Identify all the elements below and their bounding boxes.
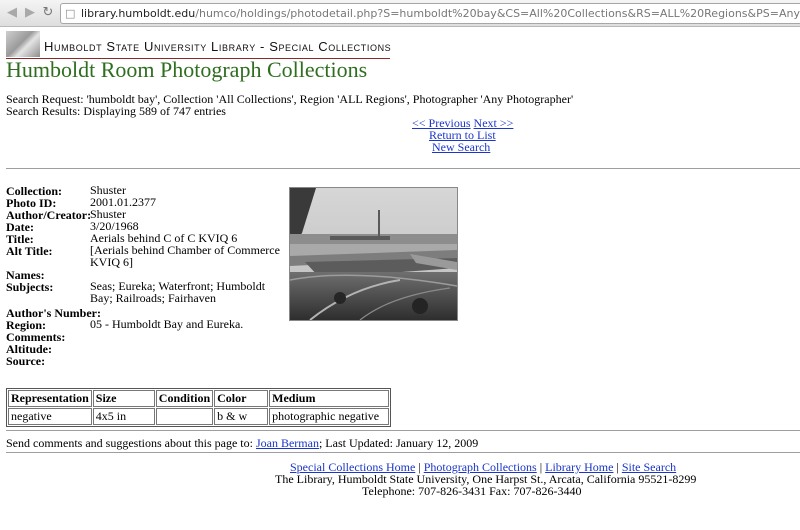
cell-representation: negative xyxy=(8,408,92,425)
url-text: library.humboldt.edu/humco/holdings/phot… xyxy=(81,7,800,20)
divider xyxy=(6,452,800,453)
library-banner: Humboldt State University Library - Spec… xyxy=(6,31,392,59)
header-color: Color xyxy=(214,390,269,407)
cell-size: 4x5 in xyxy=(92,408,155,425)
header-medium: Medium xyxy=(269,390,390,407)
cell-condition xyxy=(155,408,214,425)
reload-icon[interactable]: ↻ xyxy=(40,5,56,21)
header-condition: Condition xyxy=(155,390,214,407)
cell-medium: photographic negative xyxy=(269,408,390,425)
banner-photo xyxy=(6,31,40,57)
search-results: Search Results: Displaying 589 of 747 en… xyxy=(6,104,226,118)
aerial-photo-image xyxy=(290,188,457,320)
library-phone: Telephone: 707-826-3431 Fax: 707-826-344… xyxy=(362,484,582,498)
address-bar[interactable]: □ library.humboldt.edu/humco/holdings/ph… xyxy=(60,3,800,24)
banner-text: Humboldt State University Library - Spec… xyxy=(44,39,392,54)
forward-arrow-icon[interactable]: ▶ xyxy=(22,5,38,21)
comments-line: Send comments and suggestions about this… xyxy=(6,436,479,450)
cell-color: b & w xyxy=(214,408,269,425)
divider xyxy=(6,430,800,431)
header-representation: Representation xyxy=(8,390,92,407)
table-row: negative 4x5 in b & w photographic negat… xyxy=(8,408,390,425)
divider xyxy=(6,168,800,169)
page-title: Humboldt Room Photograph Collections xyxy=(6,57,368,82)
representation-table: Representation Size Condition Color Medi… xyxy=(6,388,392,427)
contact-link[interactable]: Joan Berman xyxy=(256,436,319,450)
browser-toolbar: ◀ ▶ ↻ □ library.humboldt.edu/humco/holdi… xyxy=(0,0,800,27)
back-arrow-icon[interactable]: ◀ xyxy=(4,5,20,21)
aerial-photograph[interactable] xyxy=(289,187,458,321)
header-size: Size xyxy=(92,390,155,407)
new-search-link[interactable]: New Search xyxy=(432,140,490,155)
page-icon: □ xyxy=(65,7,76,20)
table-header-row: Representation Size Condition Color Medi… xyxy=(8,390,390,407)
